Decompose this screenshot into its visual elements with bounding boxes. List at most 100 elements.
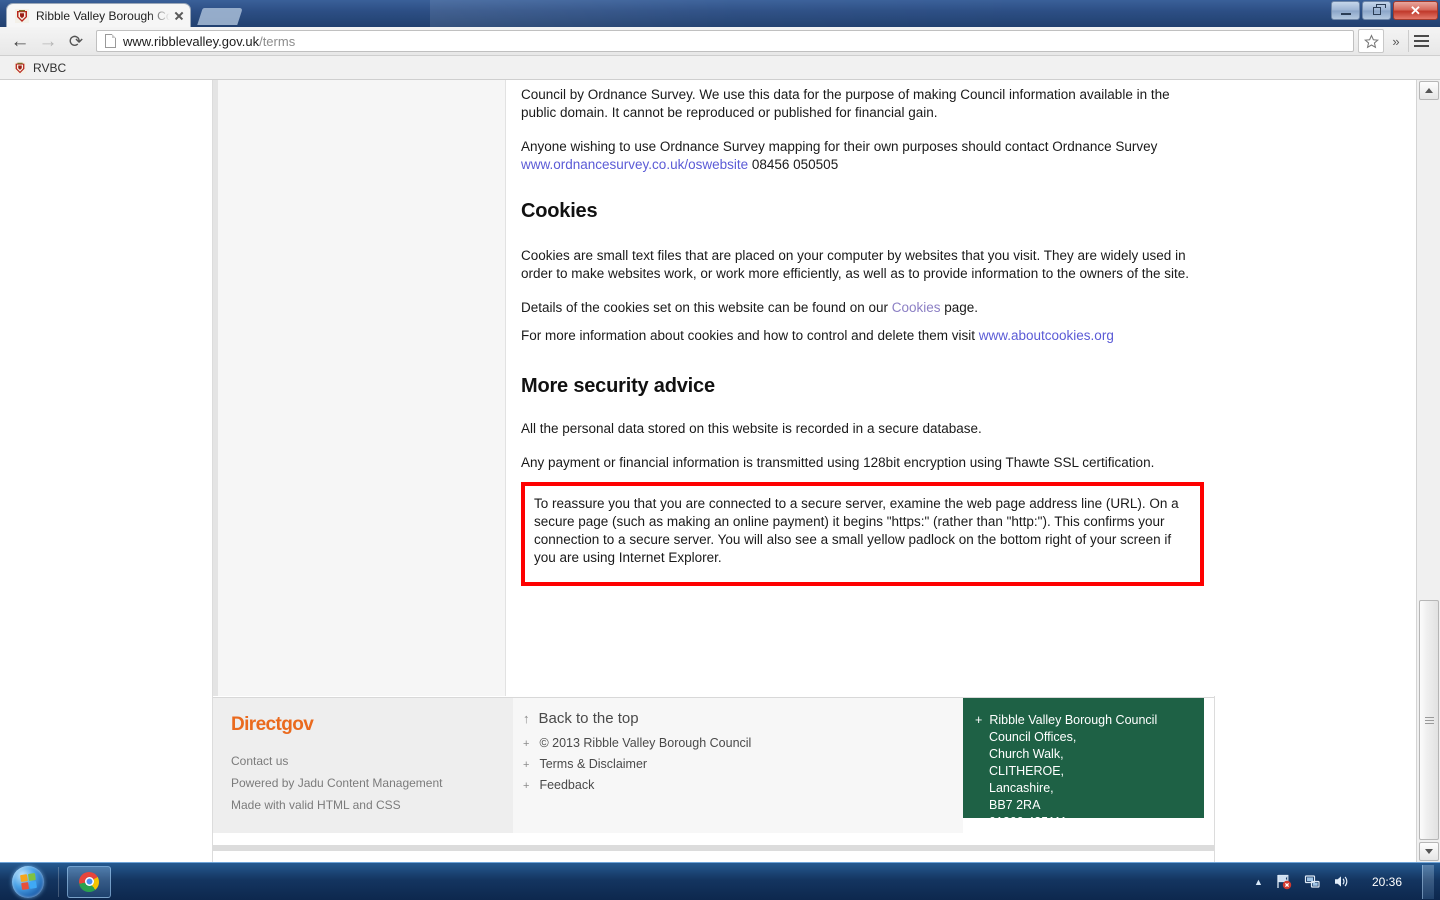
bookmark-item-rvbc[interactable]: RVBC <box>8 61 71 75</box>
plus-icon: + <box>523 780 530 792</box>
new-tab-button[interactable] <box>197 8 243 25</box>
url-text: www.ribblevalley.gov.uk/terms <box>123 34 295 49</box>
address-bar[interactable]: www.ribblevalley.gov.uk/terms <box>96 30 1354 52</box>
footer-link-feedback[interactable]: + Feedback <box>523 778 963 792</box>
footer-links-column: ↑ Back to the top + © 2013 Ribble Valley… <box>513 698 963 834</box>
back-to-top-link[interactable]: ↑ Back to the top <box>523 710 963 727</box>
heading-cookies: Cookies <box>521 200 598 222</box>
minimize-button[interactable] <box>1331 1 1360 20</box>
address-title-row[interactable]: + Ribble Valley Borough Council <box>975 712 1204 729</box>
footer-link-label: Terms & Disclaimer <box>539 757 648 771</box>
page-scrollbar[interactable] <box>1416 80 1440 862</box>
window-controls: ✕ <box>1331 1 1438 20</box>
address-line: CLITHEROE, <box>989 764 1065 778</box>
highlighted-callout-box: To reassure you that you are connected t… <box>521 482 1204 586</box>
paragraph-security-highlight: To reassure you that you are connected t… <box>534 496 1179 565</box>
cookies-details-post: page. <box>940 300 979 315</box>
close-button[interactable]: ✕ <box>1393 1 1438 20</box>
back-to-top-label: Back to the top <box>538 710 639 727</box>
footer-link-label: © 2013 Ribble Valley Borough Council <box>539 736 752 750</box>
site-footer: Directgov Contact us Powered by Jadu Con… <box>213 697 1214 834</box>
tray-overflow-icon[interactable]: ▲ <box>1254 877 1263 887</box>
taskbar-item-chrome[interactable] <box>67 865 111 898</box>
page-gutter-left <box>0 80 212 862</box>
footer-link-terms[interactable]: + Terms & Disclaimer <box>523 757 963 771</box>
aboutcookies-link[interactable]: www.aboutcookies.org <box>979 328 1114 343</box>
restore-button[interactable] <box>1362 1 1391 20</box>
browser-tab[interactable]: Ribble Valley Borough Cou <box>6 3 191 27</box>
scrollbar-thumb[interactable] <box>1419 600 1439 840</box>
paragraph-ordnance-intro: Council by Ordnance Survey. We use this … <box>521 87 1170 120</box>
plus-icon: + <box>523 738 530 750</box>
page-bottom-edge <box>213 845 1214 851</box>
url-domain: www.ribblevalley.gov.uk <box>123 33 260 49</box>
page-document-icon <box>105 34 116 48</box>
arrow-up-icon: ↑ <box>523 711 530 726</box>
url-path: /terms <box>259 33 296 49</box>
close-icon: ✕ <box>1410 3 1421 18</box>
council-address-block: + Ribble Valley Borough Council Council … <box>963 698 1204 829</box>
web-page: Council by Ordnance Survey. We use this … <box>212 80 1216 862</box>
page-sidebar <box>218 80 506 696</box>
show-desktop-button[interactable] <box>1422 864 1434 899</box>
cookies-page-link[interactable]: Cookies <box>892 300 941 315</box>
cookies-more-pre: For more information about cookies and h… <box>521 328 979 343</box>
address-line: Ribble Valley Borough Council <box>989 713 1158 727</box>
start-button[interactable] <box>2 864 54 900</box>
main-content: Council by Ordnance Survey. We use this … <box>511 80 1216 696</box>
action-center-flag-icon[interactable] <box>1275 873 1292 890</box>
triangle-down-icon <box>1425 849 1433 854</box>
volume-icon[interactable] <box>1333 873 1350 890</box>
heading-more-security-advice: More security advice <box>521 375 715 397</box>
restore-icon <box>1372 3 1386 15</box>
back-button[interactable]: ← <box>6 28 34 54</box>
reload-button[interactable]: ⟳ <box>62 28 90 54</box>
toolbar-overflow-icon[interactable]: » <box>1384 34 1408 49</box>
hamburger-menu-icon[interactable] <box>1408 30 1434 52</box>
paragraph-cookies-intro: Cookies are small text files that are pl… <box>521 248 1190 281</box>
address-line-phone: 01200 425111 <box>989 815 1068 829</box>
ordnance-survey-link[interactable]: www.ordnancesurvey.co.uk/oswebsite <box>521 157 748 172</box>
page-gutter-right <box>1215 80 1415 862</box>
cookies-details-pre: Details of the cookies set on this websi… <box>521 300 892 315</box>
minimize-icon <box>1340 12 1351 15</box>
footer-link-label: Feedback <box>539 778 595 792</box>
forward-button[interactable]: → <box>34 28 62 54</box>
address-line: Lancashire, <box>989 781 1054 795</box>
taskbar-separator <box>58 866 59 897</box>
footer-link-copyright[interactable]: + © 2013 Ribble Valley Borough Council <box>523 736 963 750</box>
title-bar-sheen <box>430 0 1440 27</box>
plus-icon: + <box>523 759 530 771</box>
plus-icon: + <box>975 713 983 727</box>
scroll-down-button[interactable] <box>1419 842 1439 861</box>
arrow-right-icon: → <box>38 30 58 52</box>
system-tray: ▲ 20:36 <box>1254 863 1440 900</box>
browser-toolbar: ← → ⟳ www.ribblevalley.gov.uk/terms » <box>0 27 1440 56</box>
ordnance-contact-text: Anyone wishing to use Ordnance Survey ma… <box>521 139 1158 154</box>
footer-contact-us[interactable]: Contact us <box>231 750 513 772</box>
scroll-up-button[interactable] <box>1419 81 1439 100</box>
browser-title-bar: Ribble Valley Borough Cou ✕ <box>0 0 1440 27</box>
rvbc-crest-icon <box>13 61 27 74</box>
page-viewport: Council by Ordnance Survey. We use this … <box>0 80 1440 862</box>
paragraph-security-database: All the personal data stored on this web… <box>521 421 982 436</box>
directgov-logo[interactable]: Directgov <box>231 714 513 736</box>
bookmark-star-icon[interactable] <box>1358 29 1384 53</box>
paragraph-ordnance-contact: Anyone wishing to use Ordnance Survey ma… <box>521 138 1204 174</box>
paragraph-cookies-details: Details of the cookies set on this websi… <box>521 299 1204 317</box>
address-line: Church Walk, <box>989 747 1064 761</box>
chrome-icon <box>79 871 99 892</box>
address-line: Council Offices, <box>989 730 1077 744</box>
triangle-up-icon <box>1425 88 1433 93</box>
paragraph-cookies-more: For more information about cookies and h… <box>521 327 1204 345</box>
bookmarks-bar: RVBC <box>0 56 1440 80</box>
footer-valid-html: Made with valid HTML and CSS <box>231 798 401 812</box>
tab-title: Ribble Valley Borough Cou <box>36 8 170 23</box>
page-bottom-strip <box>213 833 1214 845</box>
tab-close-icon[interactable] <box>172 9 186 23</box>
taskbar-clock[interactable]: 20:36 <box>1372 875 1402 889</box>
footer-powered-by: Powered by Jadu Content Management <box>231 776 443 790</box>
desktop: Ribble Valley Borough Cou ✕ ← → ⟳ www.ri… <box>0 0 1440 900</box>
network-icon[interactable] <box>1304 873 1321 890</box>
bookmark-label: RVBC <box>33 60 67 75</box>
